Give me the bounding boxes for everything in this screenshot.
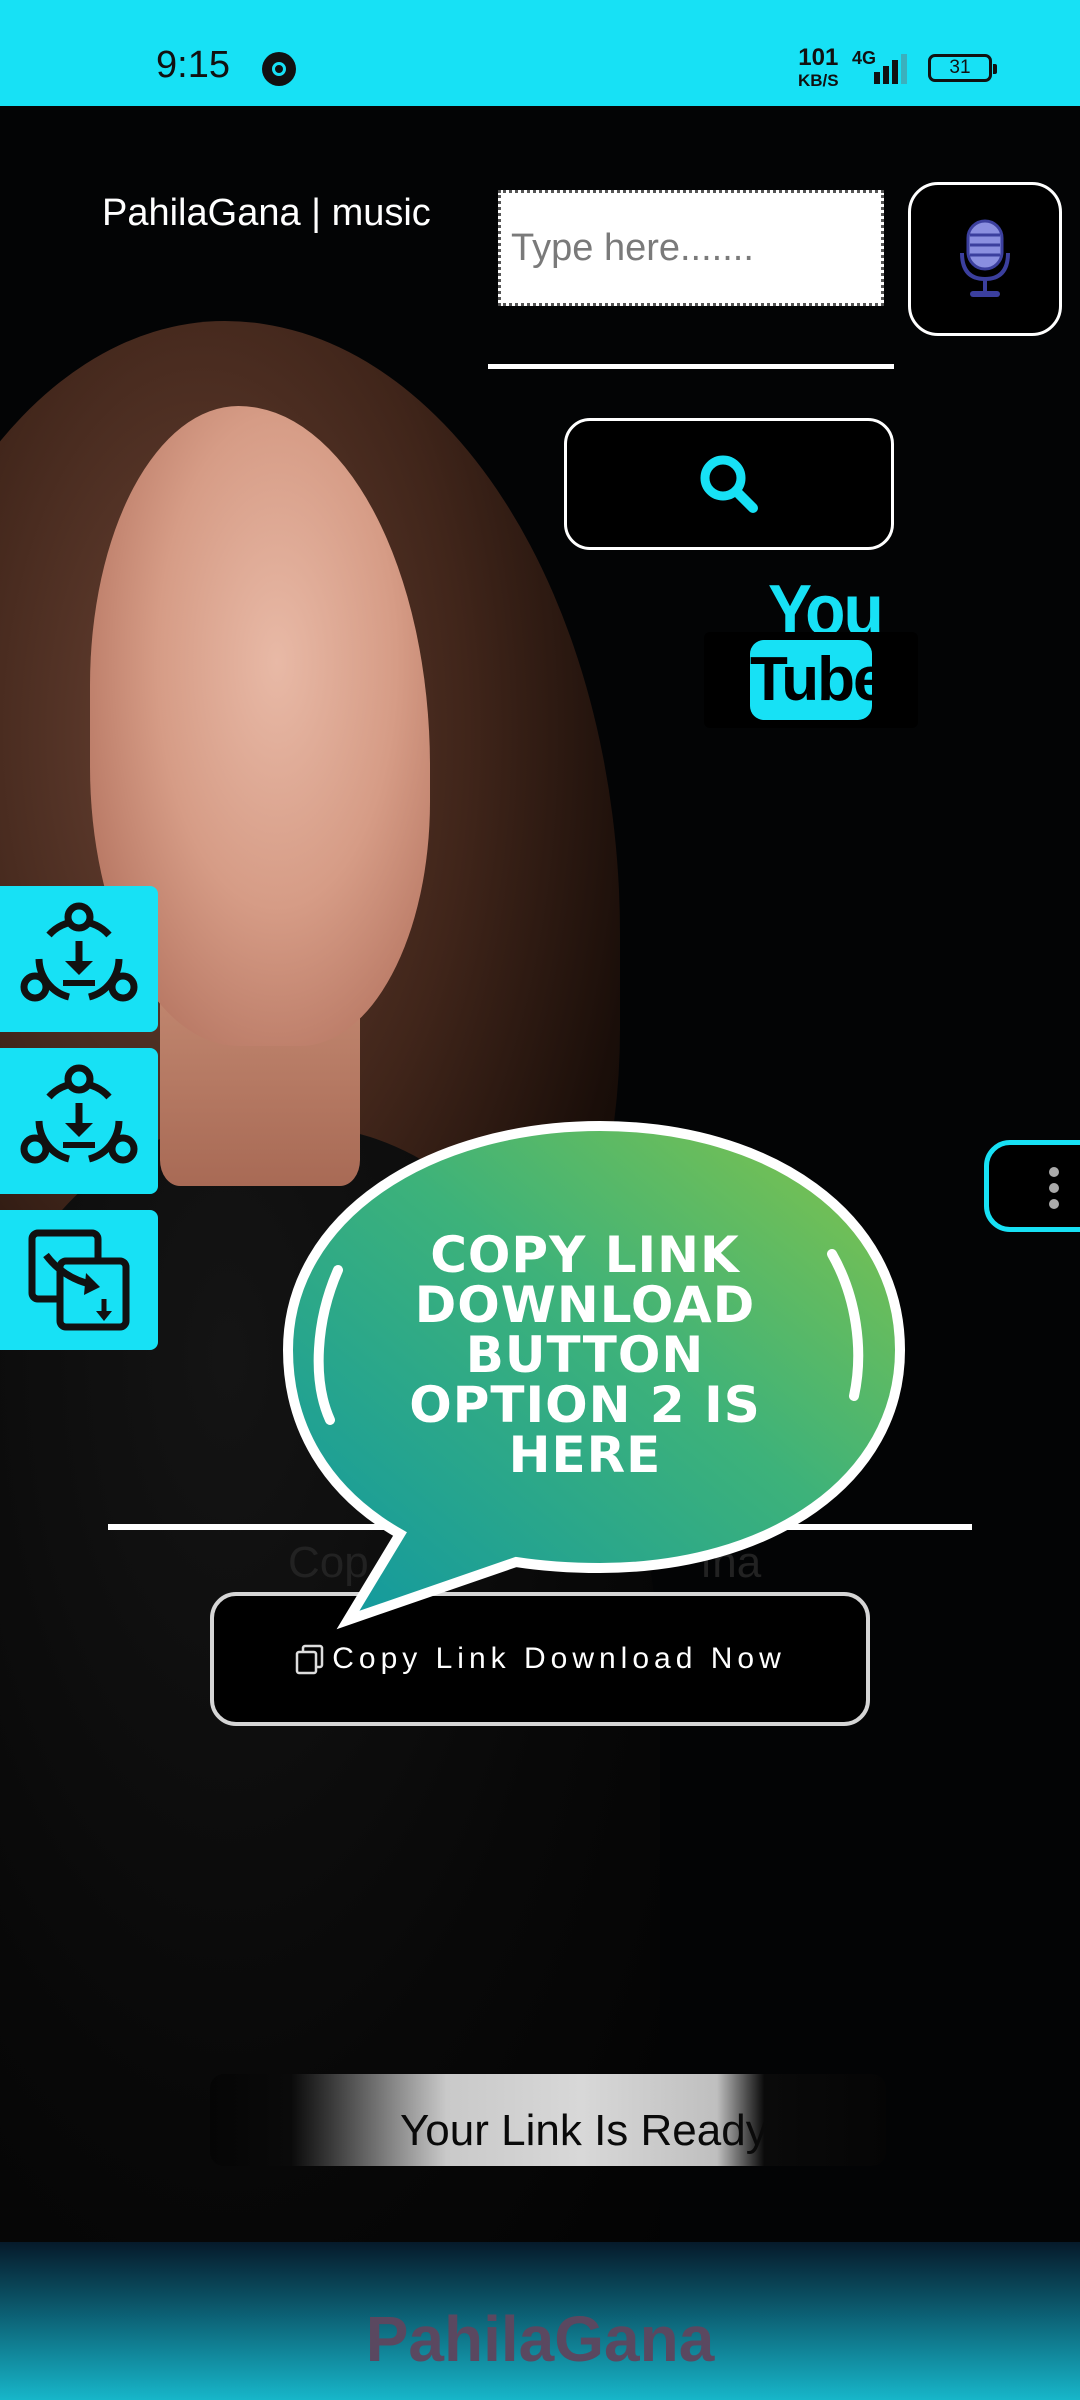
youtube-logo-tube: Tube: [750, 640, 888, 720]
more-vertical-icon: [1049, 1167, 1061, 1211]
download-share-icon: [20, 1064, 138, 1164]
copy-move-button[interactable]: [0, 1210, 158, 1350]
link-ready-text: Your Link Is Ready: [400, 2106, 768, 2155]
network-speed: 101 KB/S: [798, 44, 839, 90]
download-share-icon: [20, 902, 138, 1002]
copy-move-icon: [28, 1229, 130, 1331]
youtube-logo[interactable]: You Tube: [704, 568, 918, 728]
voice-search-button[interactable]: [908, 182, 1062, 336]
chrome-icon: [262, 52, 296, 86]
speech-bubble-text: COPY LINK DOWNLOAD BUTTON OPTION 2 IS HE…: [340, 1230, 830, 1480]
status-time: 9:15: [156, 44, 230, 86]
download-option-1-button[interactable]: [0, 886, 158, 1032]
bubble-line: COPY LINK: [430, 1226, 740, 1284]
bubble-line: BUTTON: [465, 1326, 705, 1384]
bubble-line: DOWNLOAD: [414, 1276, 756, 1334]
network-speed-value: 101: [798, 44, 839, 71]
battery-icon: 31: [928, 54, 997, 82]
app-title: PahilaGana | music: [102, 192, 431, 234]
download-option-2-button[interactable]: [0, 1048, 158, 1194]
microphone-icon: [960, 219, 1010, 297]
copy-link-download-label: Copy Link Download Now: [332, 1642, 786, 1675]
copy-icon: [295, 1644, 324, 1675]
search-underline: [488, 364, 894, 369]
status-bar: 9:15 101 KB/S 4G 31: [0, 0, 1080, 106]
signal-icon: [874, 54, 907, 84]
bubble-line: HERE: [508, 1426, 662, 1484]
search-button[interactable]: [564, 418, 894, 550]
bubble-line: OPTION 2 IS: [409, 1376, 761, 1434]
more-options-tab[interactable]: [984, 1140, 1080, 1232]
network-speed-unit: KB/S: [798, 71, 839, 90]
footer-brand: PahilaGana: [365, 2303, 715, 2375]
search-input[interactable]: [498, 190, 884, 306]
search-icon: [700, 455, 758, 513]
tutorial-speech-bubble: COPY LINK DOWNLOAD BUTTON OPTION 2 IS HE…: [280, 1120, 920, 1640]
